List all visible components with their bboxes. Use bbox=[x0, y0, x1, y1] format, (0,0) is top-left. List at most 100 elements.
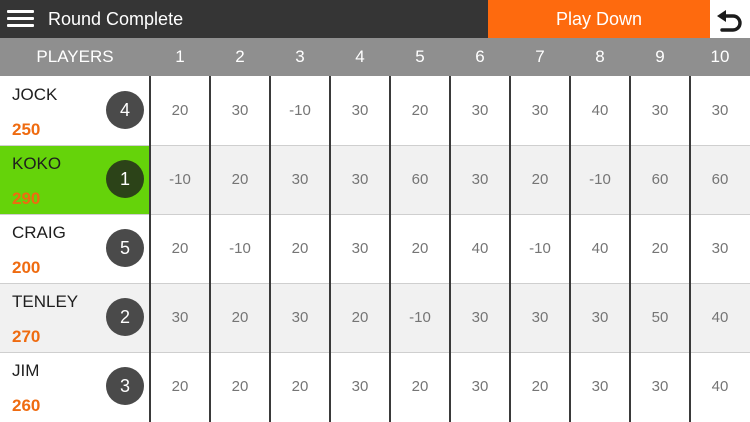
score-cell[interactable]: 60 bbox=[690, 145, 750, 214]
player-row[interactable]: JOCK 250 4 20 30 -10 30 20 30 30 40 30 30 bbox=[0, 76, 750, 145]
player-row[interactable]: TENLEY 270 2 30 20 30 20 -10 30 30 30 50 40 bbox=[0, 283, 750, 352]
score-cell[interactable]: 20 bbox=[390, 352, 450, 421]
column-divider bbox=[629, 76, 631, 422]
score-cell[interactable]: 30 bbox=[690, 76, 750, 145]
player-cell[interactable]: CRAIG 200 5 bbox=[0, 214, 150, 283]
player-cell[interactable]: JIM 260 3 bbox=[0, 352, 150, 421]
player-cell[interactable]: TENLEY 270 2 bbox=[0, 283, 150, 352]
score-table-header: PLAYERS 1 2 3 4 5 6 7 8 9 10 bbox=[0, 38, 750, 76]
score-cell[interactable]: 30 bbox=[630, 76, 690, 145]
rank-badge: 3 bbox=[106, 367, 144, 405]
score-cell[interactable]: 20 bbox=[270, 352, 330, 421]
rank-badge: 2 bbox=[106, 298, 144, 336]
player-name: JIM bbox=[12, 361, 40, 380]
rank-badge: 1 bbox=[106, 160, 144, 198]
score-cell[interactable]: 30 bbox=[270, 145, 330, 214]
score-cell[interactable]: 20 bbox=[390, 214, 450, 283]
score-cell[interactable]: 30 bbox=[450, 283, 510, 352]
score-cell[interactable]: 20 bbox=[510, 352, 570, 421]
undo-arrow-icon bbox=[717, 10, 742, 32]
score-cell[interactable]: 40 bbox=[570, 76, 630, 145]
score-cell[interactable]: 20 bbox=[510, 145, 570, 214]
player-cell[interactable]: JOCK 250 4 bbox=[0, 76, 150, 145]
round-column-header: 10 bbox=[710, 47, 730, 66]
score-cell[interactable]: -10 bbox=[510, 214, 570, 283]
score-cell[interactable]: 30 bbox=[270, 283, 330, 352]
score-cell[interactable]: 30 bbox=[330, 76, 390, 145]
column-divider bbox=[389, 76, 391, 422]
menu-line-middle bbox=[7, 17, 34, 20]
column-divider bbox=[449, 76, 451, 422]
score-cell[interactable]: 40 bbox=[690, 352, 750, 421]
score-cell[interactable]: 30 bbox=[210, 76, 270, 145]
round-column-header: 2 bbox=[235, 47, 245, 66]
player-row[interactable]: KOKO 290 1 -10 20 30 30 60 30 20 -10 60 60 bbox=[0, 145, 750, 214]
score-cell[interactable]: 30 bbox=[510, 76, 570, 145]
row-divider bbox=[0, 145, 750, 146]
column-divider bbox=[269, 76, 271, 422]
rank-badge: 4 bbox=[106, 91, 144, 129]
score-cell[interactable]: 30 bbox=[570, 352, 630, 421]
score-cell[interactable]: 60 bbox=[390, 145, 450, 214]
score-cell[interactable]: 40 bbox=[450, 214, 510, 283]
top-bar: Round Complete Play Down bbox=[0, 0, 750, 38]
undo-button[interactable] bbox=[710, 0, 750, 38]
round-column-header: 1 bbox=[175, 47, 185, 66]
score-cell[interactable]: -10 bbox=[270, 76, 330, 145]
score-cell[interactable]: 30 bbox=[450, 76, 510, 145]
row-divider bbox=[0, 214, 750, 215]
player-total-score: 260 bbox=[12, 396, 41, 415]
round-column-header: 5 bbox=[415, 47, 425, 66]
score-cell[interactable]: -10 bbox=[570, 145, 630, 214]
score-cell[interactable]: 30 bbox=[510, 283, 570, 352]
player-row[interactable]: CRAIG 200 5 20 -10 20 30 20 40 -10 40 20 30 bbox=[0, 214, 750, 283]
score-cell[interactable]: 30 bbox=[570, 283, 630, 352]
players-column-header: PLAYERS bbox=[36, 47, 114, 66]
score-cell[interactable]: -10 bbox=[150, 145, 210, 214]
score-cell[interactable]: 40 bbox=[570, 214, 630, 283]
score-cell[interactable]: 20 bbox=[150, 76, 210, 145]
round-column-header: 8 bbox=[595, 47, 605, 66]
score-cell[interactable]: 20 bbox=[210, 352, 270, 421]
play-down-button[interactable]: Play Down bbox=[488, 0, 710, 38]
score-cell[interactable]: 20 bbox=[210, 283, 270, 352]
score-cell[interactable]: 20 bbox=[150, 214, 210, 283]
score-cell[interactable]: 30 bbox=[630, 352, 690, 421]
score-cell[interactable]: 20 bbox=[390, 76, 450, 145]
score-cell[interactable]: 60 bbox=[630, 145, 690, 214]
score-cell[interactable]: 30 bbox=[330, 352, 390, 421]
hamburger-menu-icon[interactable] bbox=[5, 7, 35, 31]
score-cell[interactable]: 50 bbox=[630, 283, 690, 352]
score-cell[interactable]: 30 bbox=[450, 145, 510, 214]
column-divider bbox=[209, 76, 211, 422]
score-cell[interactable]: 30 bbox=[690, 214, 750, 283]
player-total-score: 290 bbox=[12, 189, 41, 208]
score-cell[interactable]: 20 bbox=[630, 214, 690, 283]
player-name: JOCK bbox=[12, 85, 58, 104]
player-total-score: 250 bbox=[12, 120, 41, 139]
score-cell[interactable]: 30 bbox=[150, 283, 210, 352]
score-cell[interactable]: 30 bbox=[330, 145, 390, 214]
score-cell[interactable]: 30 bbox=[450, 352, 510, 421]
round-column-header: 7 bbox=[535, 47, 545, 66]
column-divider bbox=[149, 76, 151, 422]
score-cell[interactable]: -10 bbox=[390, 283, 450, 352]
score-cell[interactable]: 20 bbox=[150, 352, 210, 421]
row-divider bbox=[0, 352, 750, 353]
score-cell[interactable]: 40 bbox=[690, 283, 750, 352]
player-cell[interactable]: KOKO 290 1 bbox=[0, 145, 150, 214]
round-column-header: 4 bbox=[355, 47, 365, 66]
rank-badge: 5 bbox=[106, 229, 144, 267]
score-cell[interactable]: 20 bbox=[210, 145, 270, 214]
round-column-header: 3 bbox=[295, 47, 305, 66]
round-title: Round Complete bbox=[48, 9, 184, 29]
score-cell[interactable]: 20 bbox=[330, 283, 390, 352]
score-cell[interactable]: 20 bbox=[270, 214, 330, 283]
score-cell[interactable]: -10 bbox=[210, 214, 270, 283]
score-cell[interactable]: 30 bbox=[330, 214, 390, 283]
player-row[interactable]: JIM 260 3 20 20 20 30 20 30 20 30 30 40 bbox=[0, 352, 750, 421]
player-total-score: 270 bbox=[12, 327, 41, 346]
column-divider bbox=[569, 76, 571, 422]
column-divider bbox=[329, 76, 331, 422]
menu-line-top bbox=[7, 10, 34, 13]
